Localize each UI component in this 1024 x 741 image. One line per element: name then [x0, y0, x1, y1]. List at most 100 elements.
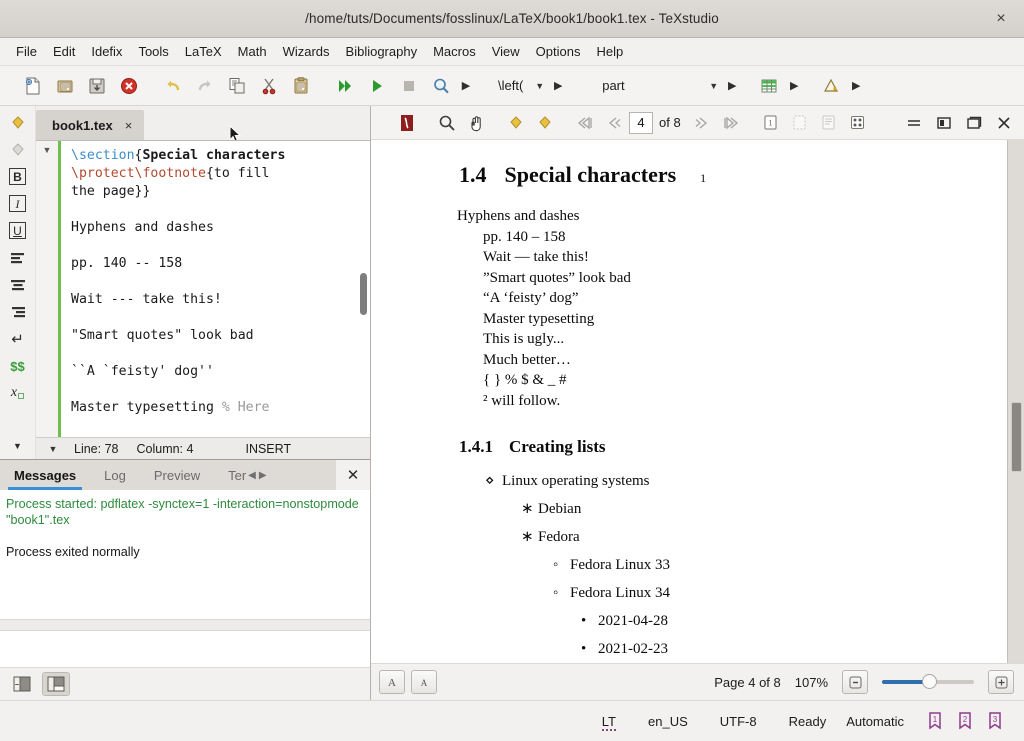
bookmark-2-icon[interactable]: 2 [950, 712, 980, 730]
left-delimiter-combo[interactable]: \left( ▼ [488, 73, 548, 99]
menu-view[interactable]: View [484, 41, 528, 62]
menu-edit[interactable]: Edit [45, 41, 83, 62]
menu-bibliography[interactable]: Bibliography [338, 41, 426, 62]
more-chevron-button[interactable]: ▼ [4, 434, 32, 459]
math-mode-button[interactable]: $$ [4, 354, 32, 379]
toolbar-more-arrow-3[interactable]: ▶ [724, 72, 740, 100]
minimize-viewer-icon[interactable] [900, 110, 928, 136]
view-magnifier-icon[interactable] [426, 71, 456, 101]
tab-preview[interactable]: Preview [140, 460, 214, 490]
magnifier-icon[interactable] [433, 110, 461, 136]
code-text[interactable]: \section{Special characters\protect\foot… [61, 141, 370, 437]
toggle-structure-panel-button[interactable] [8, 672, 36, 696]
close-icon[interactable]: × [125, 118, 133, 133]
detach-viewer-icon[interactable] [960, 110, 988, 136]
toolbar-more-arrow-4[interactable]: ▶ [786, 72, 802, 100]
stop-icon[interactable] [394, 71, 424, 101]
tab-messages[interactable]: Messages [0, 460, 90, 490]
tab-terminal[interactable]: Ter [214, 460, 248, 490]
code-editor[interactable]: ▼ \section{Special characters\protect\fo… [36, 140, 370, 437]
copy-icon[interactable] [222, 71, 252, 101]
tab-scroll-right-icon[interactable]: ▶ [259, 470, 267, 481]
hand-tool-icon[interactable] [462, 110, 490, 136]
back-arrow-icon[interactable] [502, 110, 530, 136]
locale-indicator[interactable]: en_US [632, 714, 704, 729]
window-close-button[interactable]: × [990, 8, 1012, 30]
forward-arrow-icon[interactable] [531, 110, 559, 136]
increase-font-icon[interactable]: A [379, 670, 405, 694]
align-center-button[interactable] [4, 272, 32, 297]
last-page-icon[interactable] [717, 110, 745, 136]
languagetool-indicator[interactable]: LT [586, 714, 632, 729]
grid-view-icon[interactable] [844, 110, 872, 136]
tab-scroll-left-icon[interactable]: ◀ [248, 470, 256, 481]
save-icon[interactable] [82, 71, 112, 101]
menu-file[interactable]: File [8, 41, 45, 62]
editor-status-chevron-icon[interactable]: ▼ [40, 444, 66, 454]
compile-icon[interactable] [362, 71, 392, 101]
newline-button[interactable]: ↵ [4, 327, 32, 352]
previous-page-icon[interactable] [600, 110, 628, 136]
fit-width-icon[interactable] [815, 110, 843, 136]
zoom-in-icon[interactable] [988, 670, 1014, 694]
menu-macros[interactable]: Macros [425, 41, 484, 62]
toolbar-more-arrow-5[interactable]: ▶ [848, 72, 864, 100]
structure-level-combo[interactable]: part ▼ [592, 73, 722, 99]
align-right-button[interactable] [4, 300, 32, 325]
next-page-icon[interactable] [688, 110, 716, 136]
menu-math[interactable]: Math [230, 41, 275, 62]
close-messages-panel-button[interactable]: ✕ [336, 460, 370, 490]
pdf-page-number-input[interactable]: 4 [629, 112, 653, 134]
pdf-scrollbar-thumb[interactable] [1011, 402, 1022, 472]
bookmark-gray-icon[interactable] [4, 137, 32, 162]
encoding-indicator[interactable]: UTF-8 [704, 714, 773, 729]
italic-button[interactable]: I [4, 191, 32, 216]
menu-options[interactable]: Options [528, 41, 589, 62]
toolbar-more-arrow-2[interactable]: ▶ [550, 72, 566, 100]
new-document-icon[interactable] [18, 71, 48, 101]
menu-idefix[interactable]: Idefix [83, 41, 130, 62]
first-page-icon[interactable] [571, 110, 599, 136]
editor-scrollbar[interactable] [359, 145, 368, 433]
pdf-rendered-page[interactable]: 1.4 Special characters 1 Hyphens and das… [371, 140, 1007, 663]
pdf-page-area[interactable]: 1.4 Special characters 1 Hyphens and das… [371, 140, 1024, 663]
insert-mode-indicator[interactable]: INSERT [245, 442, 291, 456]
zoom-slider[interactable] [882, 674, 974, 690]
messages-splitter[interactable] [0, 619, 370, 631]
cut-scissors-icon[interactable] [254, 71, 284, 101]
paste-clipboard-icon[interactable] [286, 71, 316, 101]
menu-wizards[interactable]: Wizards [275, 41, 338, 62]
close-document-icon[interactable] [114, 71, 144, 101]
bookmark-3-icon[interactable]: 3 [980, 712, 1010, 730]
single-page-view-icon[interactable]: 1 [757, 110, 785, 136]
undo-icon[interactable] [158, 71, 188, 101]
toggle-messages-panel-button[interactable] [42, 672, 70, 696]
bookmark-yellow-icon[interactable] [4, 110, 32, 135]
pdf-scrollbar[interactable] [1007, 140, 1024, 663]
decrease-font-icon[interactable]: A [411, 670, 437, 694]
warning-triangle-icon[interactable] [816, 71, 846, 101]
editor-tab-book1[interactable]: book1.tex × [36, 110, 144, 140]
menu-help[interactable]: Help [588, 41, 631, 62]
close-viewer-icon[interactable] [990, 110, 1018, 136]
menu-latex[interactable]: LaTeX [177, 41, 230, 62]
messages-output[interactable]: Process started: pdflatex -synctex=1 -in… [0, 490, 370, 667]
open-folder-icon[interactable] [50, 71, 80, 101]
table-icon[interactable] [754, 71, 784, 101]
menu-tools[interactable]: Tools [130, 41, 176, 62]
zoom-out-icon[interactable] [842, 670, 868, 694]
editor-scrollbar-thumb[interactable] [360, 273, 367, 315]
zoom-slider-handle[interactable] [922, 674, 937, 689]
fold-caret-icon[interactable]: ▼ [43, 145, 52, 155]
build-and-view-icon[interactable] [330, 71, 360, 101]
embed-viewer-icon[interactable] [930, 110, 958, 136]
automatic-mode-indicator[interactable]: Automatic [842, 714, 920, 729]
underline-button[interactable]: U [4, 218, 32, 243]
redo-icon[interactable] [190, 71, 220, 101]
bookmark-1-icon[interactable]: 1 [920, 712, 950, 730]
continuous-page-view-icon[interactable] [786, 110, 814, 136]
tab-log[interactable]: Log [90, 460, 140, 490]
align-left-button[interactable] [4, 245, 32, 270]
subscript-button[interactable]: x [4, 381, 32, 406]
bold-button[interactable]: B [4, 164, 32, 189]
